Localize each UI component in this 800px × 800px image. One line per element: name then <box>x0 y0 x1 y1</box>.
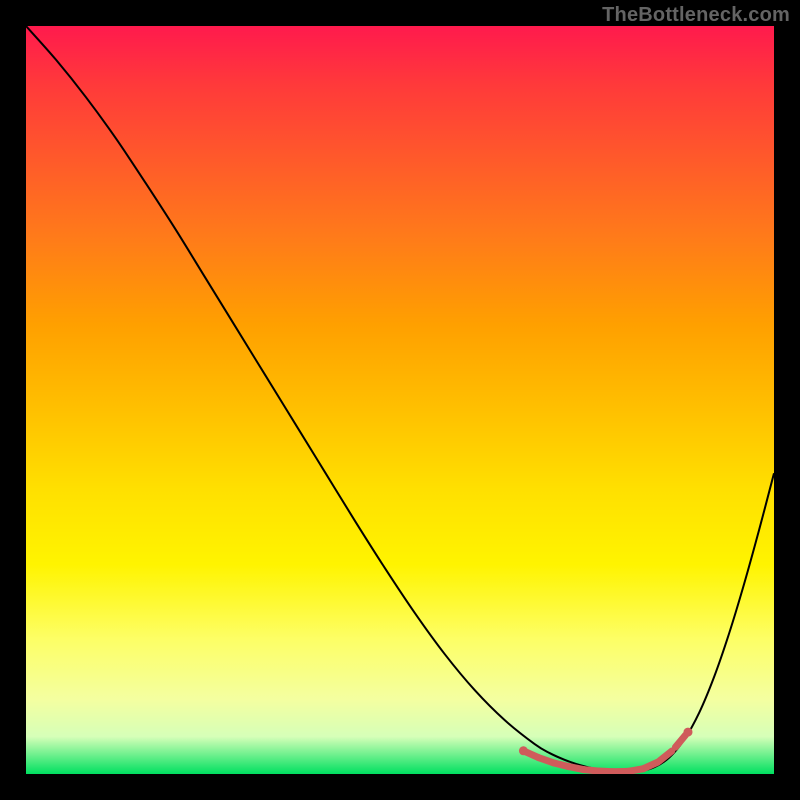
trough-end-dot <box>683 728 692 737</box>
trough-dash <box>568 766 584 769</box>
trough-dash <box>553 763 569 767</box>
plot-area <box>26 26 774 774</box>
trough-dash <box>538 758 553 763</box>
trough-end-dot <box>519 746 528 755</box>
trough-dash <box>524 751 539 758</box>
trough-dash <box>659 751 672 761</box>
trough-dash <box>628 769 644 772</box>
curve-layer <box>26 26 774 774</box>
bottleneck-curve <box>26 26 774 772</box>
watermark: TheBottleneck.com <box>602 4 790 27</box>
trough-dash <box>598 771 614 772</box>
trough-dash <box>583 769 599 771</box>
trough-dots <box>519 728 693 772</box>
chart-frame: TheBottleneck.com <box>0 0 800 800</box>
trough-dash <box>643 762 658 769</box>
trough-dash <box>675 735 685 747</box>
